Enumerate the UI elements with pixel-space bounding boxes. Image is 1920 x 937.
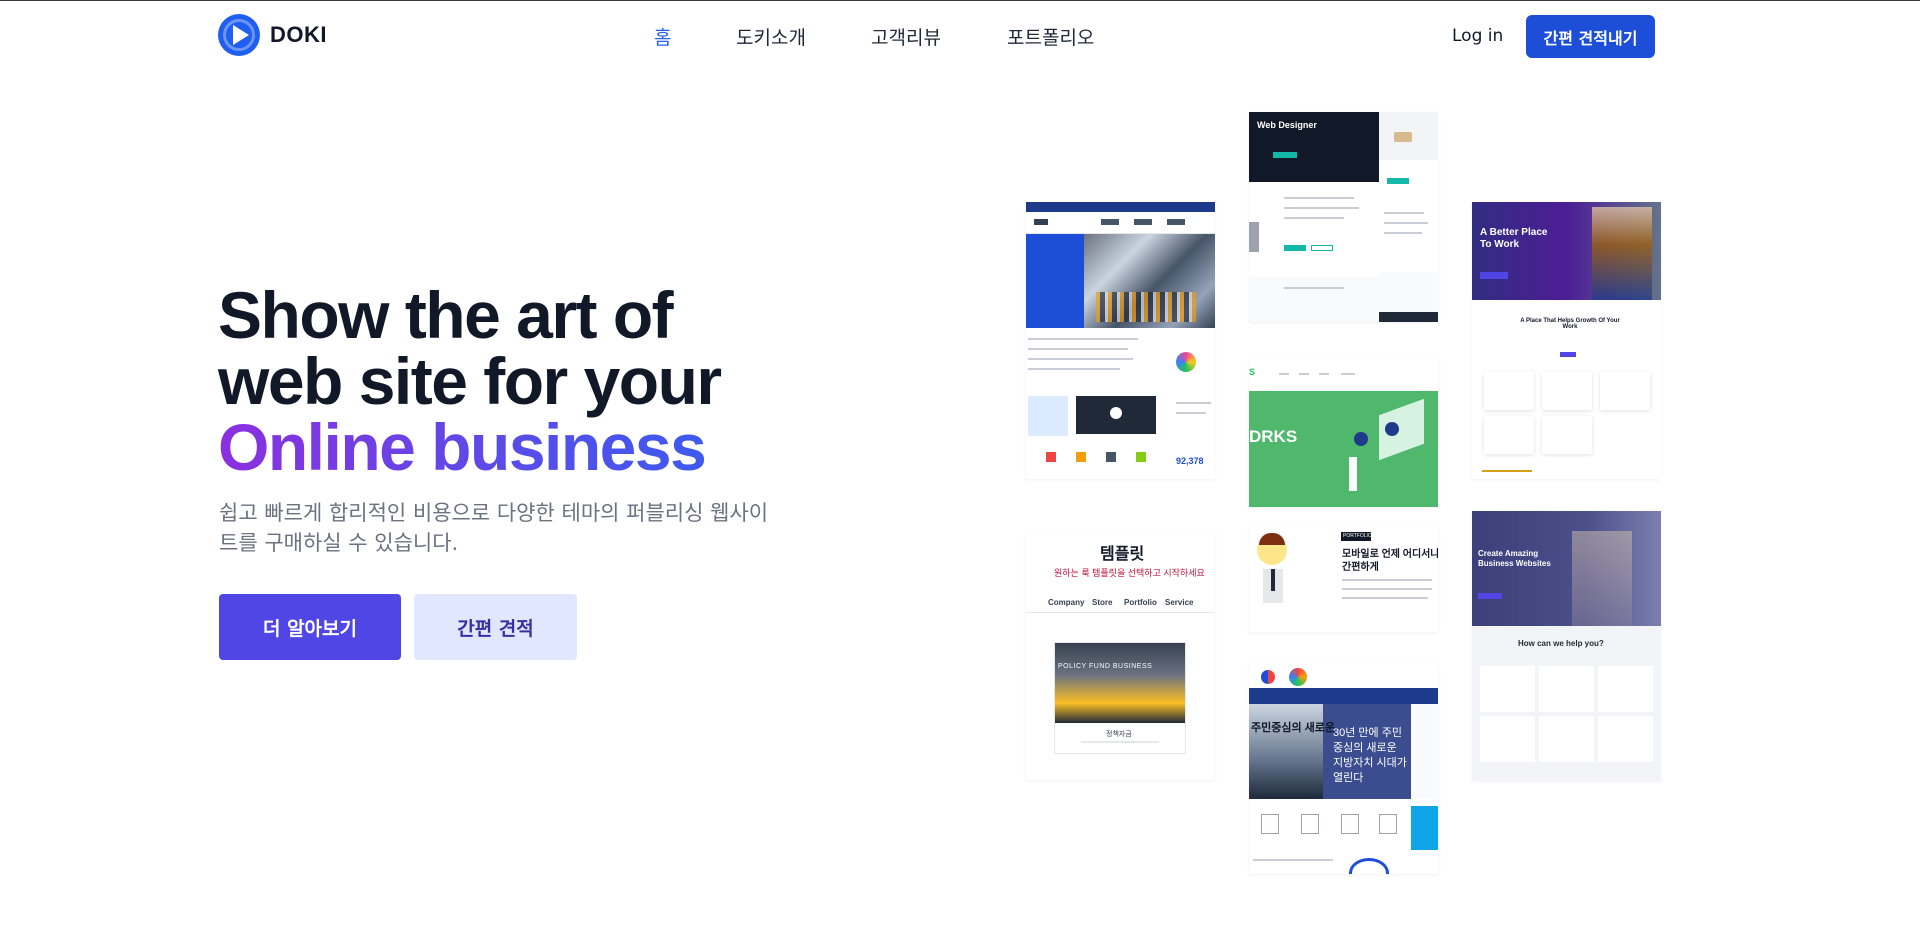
nav-about[interactable]: 도키소개 xyxy=(736,23,806,50)
better-place-title: A Better Place To Work xyxy=(1480,227,1548,250)
login-link[interactable]: Log in xyxy=(1452,26,1503,46)
web-designer-title: Web Designer xyxy=(1257,120,1317,130)
mobile-tag: PORTFOLIO xyxy=(1343,533,1372,539)
hero-title-line-3: Online business xyxy=(218,414,721,480)
site-header: DOKI 홈 도키소개 고객리뷰 포트폴리오 Log in 간편 견적내기 xyxy=(0,1,1920,69)
portfolio-thumb-gov-site[interactable]: 92,378 xyxy=(1026,202,1215,479)
amazing-title: Create Amazing Business Websites xyxy=(1478,549,1551,568)
portfolio-thumb-works[interactable]: S DRKS xyxy=(1249,357,1438,507)
korea-banner-text: 30년 만에 주민중심의 새로운 지방자치 시대가 열린다 xyxy=(1333,727,1407,784)
template-banner-text: POLICY FUND BUSINESS xyxy=(1058,663,1153,670)
portfolio-thumb-template[interactable]: 템플릿 원하는 룩 템플릿을 선택하고 시작하세요 Company Store … xyxy=(1026,530,1215,780)
quick-quote-button[interactable]: 간편 견적내기 xyxy=(1526,15,1655,58)
portfolio-thumb-web-designer[interactable]: Web Designer xyxy=(1249,112,1438,322)
works-banner-text: DRKS xyxy=(1249,427,1298,446)
better-place-sub: A Place That Helps Growth Of Your Work xyxy=(1520,318,1620,330)
template-subtitle: 원하는 룩 템플릿을 선택하고 시작하세요 xyxy=(1054,568,1205,578)
play-logo-icon xyxy=(218,14,260,56)
nav-portfolio[interactable]: 포트폴리오 xyxy=(1007,23,1094,50)
template-caption: 정책자금 xyxy=(1106,731,1132,738)
hero-title: Show the art of web site for your Online… xyxy=(218,278,722,480)
nav-home[interactable]: 홈 xyxy=(654,23,671,50)
hero-title-line-1: Show the art of xyxy=(218,278,674,352)
template-tab-company: Company xyxy=(1048,598,1085,607)
logo[interactable]: DOKI xyxy=(218,14,327,56)
portfolio-thumb-mobile[interactable]: PORTFOLIO 모바일로 언제 어디서나 간편하게 xyxy=(1249,527,1438,632)
amazing-help-heading: How can we help you? xyxy=(1518,639,1604,648)
portfolio-thumb-better-place[interactable]: A Better Place To Work A Place That Help… xyxy=(1472,202,1661,479)
quick-estimate-button[interactable]: 간편 견적 xyxy=(414,594,577,660)
hero-title-line-2: web site for your xyxy=(218,344,722,418)
template-title: 템플릿 xyxy=(1100,546,1145,563)
portfolio-thumb-korea[interactable]: 30년 만에 주민중심의 새로운 지방자치 시대가 열린다 주민중심의 새로운 xyxy=(1249,664,1438,874)
mobile-title-2: 간편하게 xyxy=(1342,562,1379,573)
logo-text: DOKI xyxy=(270,22,327,47)
portfolio-thumb-amazing[interactable]: Create Amazing Business Websites How can… xyxy=(1472,511,1661,781)
template-tab-service: Service xyxy=(1165,598,1194,607)
korea-side-text: 주민중심의 새로운 xyxy=(1251,722,1336,734)
template-tab-portfolio: Portfolio xyxy=(1124,598,1157,607)
template-tab-store: Store xyxy=(1092,598,1113,607)
learn-more-button[interactable]: 더 알아보기 xyxy=(219,594,401,660)
hero-subtitle: 쉽고 빠르게 합리적인 비용으로 다양한 테마의 퍼블리싱 웹사이트를 구매하실… xyxy=(219,501,769,555)
nav-reviews[interactable]: 고객리뷰 xyxy=(871,23,941,50)
